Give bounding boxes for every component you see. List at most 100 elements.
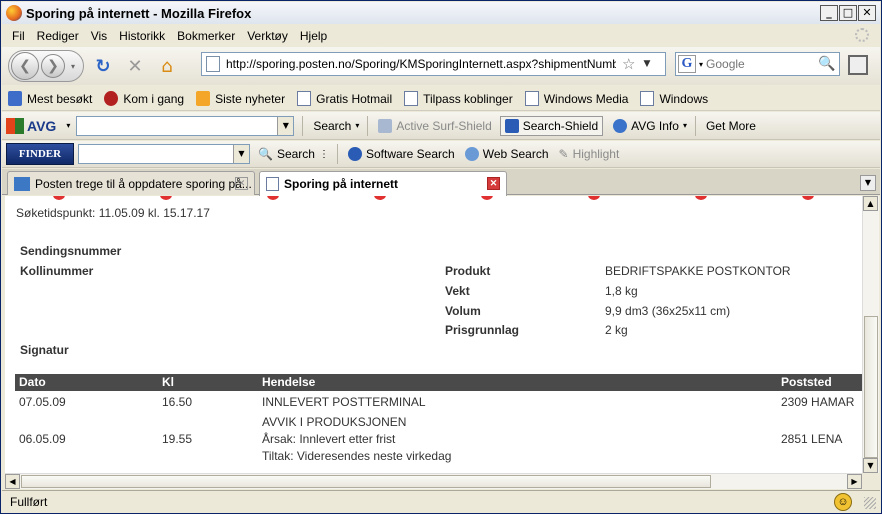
bookmark-siste-nyheter[interactable]: Siste nyheter: [196, 91, 285, 106]
browser-window: Sporing på internett - Mozilla Firefox _…: [0, 0, 882, 514]
tab-bar: Posten trege til å oppdatere sporing på.…: [2, 169, 880, 196]
search-shield-button[interactable]: Search-Shield: [499, 115, 604, 136]
horizontal-scroll-thumb[interactable]: [21, 475, 711, 488]
search-engine-dropdown-icon[interactable]: ▾: [699, 60, 703, 69]
chevron-down-icon: ▾: [682, 121, 687, 130]
volum-value: 9,9 dm3 (36x25x11 cm): [605, 304, 731, 318]
bookmark-windows[interactable]: Windows: [640, 91, 708, 106]
finder-search-input[interactable]: ▼: [78, 144, 250, 164]
vertical-scroll-thumb[interactable]: [864, 316, 878, 458]
shield-icon: [378, 118, 393, 133]
search-input[interactable]: [706, 57, 819, 71]
scroll-up-button[interactable]: ▲: [863, 196, 878, 211]
bookmark-folder-icon: [8, 91, 22, 106]
menu-hjelp[interactable]: Hjelp: [294, 29, 333, 43]
software-search-button[interactable]: Software Search: [347, 147, 455, 161]
menu-historikk[interactable]: Historikk: [113, 29, 171, 43]
row-kl: 16.50: [162, 395, 193, 409]
avg-search-input[interactable]: ▼: [76, 115, 295, 136]
page-icon: [206, 56, 220, 72]
produkt-label: Produkt: [445, 264, 491, 278]
home-button[interactable]: ⌂: [154, 53, 180, 79]
search-box[interactable]: G ▾ 🔍: [675, 52, 840, 76]
bookmarks-toolbar: Mest besøkt Kom i gang Siste nyheter Gra…: [2, 87, 880, 111]
avg-search-dropdown-icon[interactable]: ▼: [277, 116, 294, 135]
avg-menu-dropdown-icon[interactable]: ▾: [66, 121, 70, 130]
page-style-icon[interactable]: [848, 55, 868, 75]
search-icon[interactable]: 🔍: [818, 56, 835, 72]
get-more-button[interactable]: Get More: [706, 119, 756, 133]
back-button[interactable]: ❮: [11, 52, 39, 80]
page-content: Søketidspunkt: 11.05.09 kl. 15.17.17 Sen…: [5, 196, 862, 473]
firefox-icon: [6, 5, 22, 21]
scroll-left-button[interactable]: ◀: [5, 474, 20, 489]
bookmark-mest-besokt[interactable]: Mest besøkt: [8, 91, 92, 106]
close-tab-icon[interactable]: ✕: [235, 177, 248, 190]
list-tabs-icon[interactable]: ▼: [860, 175, 876, 191]
minimize-button[interactable]: _: [820, 5, 838, 21]
bookmark-windows-media[interactable]: Windows Media: [524, 91, 628, 106]
globe-icon: [464, 147, 479, 161]
menu-vis[interactable]: Vis: [85, 29, 113, 43]
forward-button[interactable]: ❯: [41, 54, 65, 78]
scroll-right-button[interactable]: ▶: [847, 474, 862, 489]
avg-logo[interactable]: AVG: [6, 117, 56, 134]
firefox-page-icon: [104, 91, 119, 106]
produkt-value: BEDRIFTSPAKKE POSTKONTOR: [605, 264, 791, 278]
options-icon: ⋮: [318, 148, 329, 160]
reload-icon: ↻: [95, 55, 111, 77]
avg-info-button[interactable]: AVG Info ▾: [613, 118, 687, 133]
addon-smiley-icon[interactable]: ☺: [834, 493, 852, 511]
col-poststed: Poststed: [781, 375, 832, 389]
row-dato: 06.05.09: [19, 432, 66, 446]
page-icon: [640, 91, 655, 106]
resize-grip-icon[interactable]: [864, 497, 876, 509]
stop-button[interactable]: ✕: [122, 53, 148, 79]
bookmark-star-icon[interactable]: ☆: [622, 55, 635, 73]
finder-logo[interactable]: FINDER: [6, 143, 74, 165]
history-dropdown-icon[interactable]: ▾: [71, 62, 75, 71]
throbber-icon: [855, 28, 869, 42]
web-search-button[interactable]: Web Search: [464, 147, 549, 161]
page-icon: [297, 91, 312, 106]
avg-search-button[interactable]: Search ▾: [313, 119, 359, 133]
highlight-button[interactable]: ✎ Highlight: [559, 147, 620, 161]
sendingsnummer-label: Sendingsnummer: [20, 244, 122, 258]
title-bar: Sporing på internett - Mozilla Firefox _…: [2, 2, 880, 24]
tab-posten-trege[interactable]: Posten trege til å oppdatere sporing på.…: [7, 171, 255, 195]
row-poststed: 2309 HAMAR: [781, 395, 855, 409]
menu-verktoy[interactable]: Verktøy: [241, 29, 294, 43]
close-tab-icon[interactable]: ✕: [487, 177, 500, 190]
info-icon: [613, 118, 628, 133]
url-dropdown-icon[interactable]: ▼: [643, 59, 650, 69]
back-forward-group: ❮ ❯ ▾: [8, 50, 84, 82]
close-button[interactable]: ✕: [858, 5, 876, 21]
prisgrunnlag-label: Prisgrunnlag: [445, 323, 520, 337]
window-title: Sporing på internett - Mozilla Firefox: [26, 5, 252, 21]
tab-sporing[interactable]: Sporing på internett ✕: [259, 171, 507, 196]
url-bar[interactable]: http://sporing.posten.no/Sporing/KMSpori…: [201, 52, 666, 76]
avg-logo-icon: [6, 117, 24, 134]
google-icon[interactable]: G: [678, 55, 696, 73]
active-surf-shield-button[interactable]: Active Surf-Shield: [378, 118, 492, 133]
page-icon: [404, 91, 419, 106]
url-text[interactable]: http://sporing.posten.no/Sporing/KMSpori…: [226, 57, 616, 71]
row-hendelse-tiltak: Tiltak: Videresendes neste virkedag: [262, 449, 452, 463]
horizontal-scrollbar[interactable]: ◀ ▶: [5, 473, 862, 489]
signatur-label: Signatur: [20, 343, 69, 357]
reload-button[interactable]: ↻: [90, 53, 116, 79]
bookmark-tilpass-koblinger[interactable]: Tilpass koblinger: [404, 91, 513, 106]
bookmark-kom-i-gang[interactable]: Kom i gang: [104, 91, 184, 106]
finder-search-dropdown-icon[interactable]: ▼: [233, 145, 249, 163]
stop-icon: ✕: [127, 55, 143, 77]
menu-fil[interactable]: Fil: [6, 29, 31, 43]
menu-rediger[interactable]: Rediger: [31, 29, 85, 43]
maximize-button[interactable]: □: [839, 5, 857, 21]
scroll-down-button[interactable]: ▼: [863, 458, 878, 473]
chevron-down-icon: ▾: [355, 121, 360, 130]
menu-bokmerker[interactable]: Bokmerker: [171, 29, 241, 43]
finder-search-button[interactable]: 🔍 Search ⋮: [258, 147, 329, 161]
bookmark-gratis-hotmail[interactable]: Gratis Hotmail: [297, 91, 392, 106]
header-decoration: [5, 196, 862, 200]
vertical-scrollbar[interactable]: ▲ ▼: [862, 196, 879, 473]
